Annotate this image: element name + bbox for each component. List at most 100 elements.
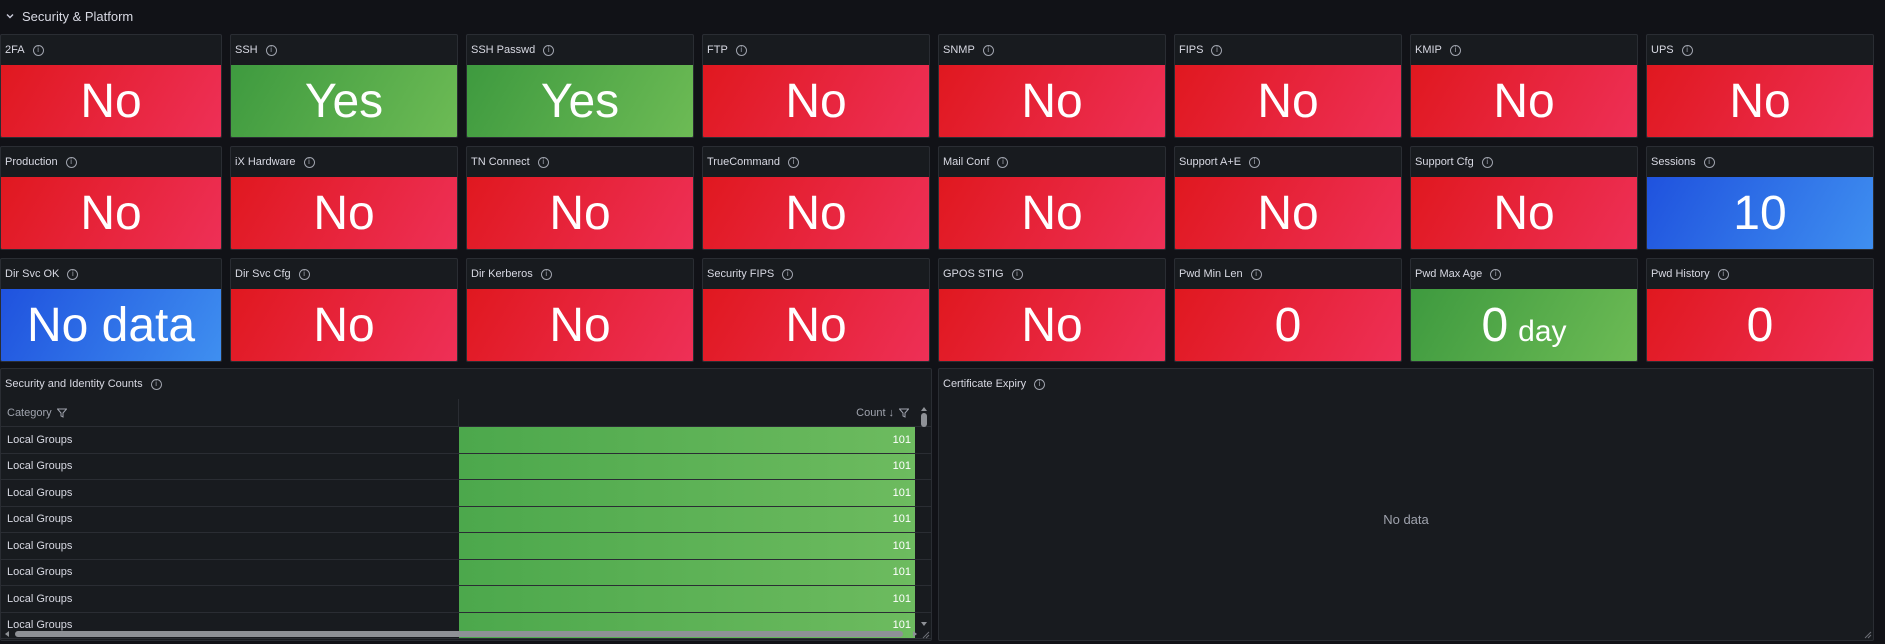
info-icon[interactable] (1490, 268, 1502, 280)
stat-panel: Pwd History 0 (1646, 258, 1874, 362)
panel-title: UPS (1651, 44, 1674, 56)
filter-icon[interactable] (56, 408, 67, 418)
table-row[interactable]: Local Groups 101 (1, 533, 931, 560)
scroll-right-icon[interactable] (913, 631, 917, 637)
info-icon[interactable] (1034, 378, 1046, 390)
info-icon[interactable] (997, 156, 1009, 168)
category-cell: Local Groups (7, 460, 73, 473)
table: Category Count ↓ Local Groups 101 Local Gr… (1, 399, 931, 640)
panel-header[interactable]: Support Cfg (1411, 147, 1637, 177)
panel-header[interactable]: Dir Svc Cfg (231, 259, 457, 289)
scroll-up-icon[interactable] (921, 407, 927, 411)
panel-header[interactable]: SNMP (939, 35, 1165, 65)
stat-value-box: No (1647, 65, 1873, 137)
table-row[interactable]: Local Groups 101 (1, 586, 931, 613)
panel-header[interactable]: Pwd History (1647, 259, 1873, 289)
info-icon[interactable] (1249, 156, 1261, 168)
column-header-category[interactable]: Category (1, 399, 459, 426)
panel-title: SNMP (943, 44, 975, 56)
panel-header[interactable]: Pwd Min Len (1175, 259, 1401, 289)
info-icon[interactable] (32, 44, 44, 56)
scrollbar-thumb[interactable] (15, 631, 903, 637)
stat-value: Yes (540, 74, 620, 128)
stat-value-box: 0 (1647, 289, 1873, 361)
scroll-left-icon[interactable] (5, 631, 9, 637)
info-icon[interactable] (298, 268, 310, 280)
scrollbar-thumb[interactable] (921, 413, 927, 427)
info-icon[interactable] (982, 44, 994, 56)
panel-header[interactable]: Dir Svc OK (1, 259, 221, 289)
panel-header[interactable]: Support A+E (1175, 147, 1401, 177)
panel-header[interactable]: GPOS STIG (939, 259, 1165, 289)
panel-header[interactable]: SSH Passwd (467, 35, 693, 65)
info-icon[interactable] (1011, 268, 1023, 280)
stat-panel: SSH Yes (230, 34, 458, 138)
panel-header[interactable]: Certificate Expiry (939, 369, 1873, 399)
panel-header[interactable]: TN Connect (467, 147, 693, 177)
panel-title: 2FA (5, 44, 25, 56)
info-icon[interactable] (150, 378, 162, 390)
info-icon[interactable] (67, 268, 79, 280)
panel-header[interactable]: Mail Conf (939, 147, 1165, 177)
info-icon[interactable] (735, 44, 747, 56)
stat-panel: TN Connect No (466, 146, 694, 250)
row-header-security-platform[interactable]: Security & Platform (0, 0, 1885, 32)
stat-value-box: No data (1, 289, 221, 361)
panel-title: FTP (707, 44, 728, 56)
info-icon[interactable] (1449, 44, 1461, 56)
stat-value-box: No (703, 289, 929, 361)
stat-value: 0 (1746, 298, 1774, 352)
info-icon[interactable] (1717, 268, 1729, 280)
resize-handle-icon[interactable] (922, 631, 930, 639)
panel-title: Pwd History (1651, 268, 1710, 280)
info-icon[interactable] (265, 44, 277, 56)
info-icon[interactable] (1250, 268, 1262, 280)
stat-value-box: No (939, 289, 1165, 361)
info-icon[interactable] (787, 156, 799, 168)
table-row[interactable]: Local Groups 101 (1, 559, 931, 586)
table-row[interactable]: Local Groups 101 (1, 506, 931, 533)
certificate-expiry-panel: Certificate Expiry No data (938, 368, 1874, 641)
panel-header[interactable]: FIPS (1175, 35, 1401, 65)
table-row[interactable]: Local Groups 101 (1, 427, 931, 454)
info-icon[interactable] (537, 156, 549, 168)
vertical-scrollbar[interactable] (920, 407, 928, 626)
panel-header[interactable]: TrueCommand (703, 147, 929, 177)
info-icon[interactable] (65, 156, 77, 168)
info-icon[interactable] (1703, 156, 1715, 168)
horizontal-scrollbar[interactable] (5, 630, 917, 638)
scroll-down-icon[interactable] (921, 622, 927, 626)
panel-header[interactable]: Production (1, 147, 221, 177)
stat-value-box: Yes (467, 65, 693, 137)
panel-header[interactable]: Security FIPS (703, 259, 929, 289)
column-header-count[interactable]: Count ↓ (459, 399, 915, 426)
resize-handle-icon[interactable] (1864, 631, 1872, 639)
info-icon[interactable] (782, 268, 794, 280)
stat-value: No (1257, 186, 1319, 240)
panel-title: FIPS (1179, 44, 1204, 56)
stat-panel: Dir Svc OK No data (0, 258, 222, 362)
panel-header[interactable]: SSH (231, 35, 457, 65)
panel-header[interactable]: iX Hardware (231, 147, 457, 177)
table-row[interactable]: Local Groups 101 (1, 480, 931, 507)
stat-value-box: No (939, 65, 1165, 137)
sort-descending-icon[interactable]: ↓ (889, 407, 895, 419)
panel-header[interactable]: 2FA (1, 35, 221, 65)
panel-header[interactable]: UPS (1647, 35, 1873, 65)
table-row[interactable]: Local Groups 101 (1, 453, 931, 480)
info-icon[interactable] (1481, 156, 1493, 168)
stat-value-box: No (939, 177, 1165, 249)
info-icon[interactable] (1211, 44, 1223, 56)
panel-header[interactable]: Sessions (1647, 147, 1873, 177)
panel-header[interactable]: Pwd Max Age (1411, 259, 1637, 289)
info-icon[interactable] (1681, 44, 1693, 56)
panel-header[interactable]: FTP (703, 35, 929, 65)
filter-icon[interactable] (899, 408, 909, 418)
info-icon[interactable] (540, 268, 552, 280)
info-icon[interactable] (303, 156, 315, 168)
stat-value-box: No (1175, 65, 1401, 137)
panel-header[interactable]: Security and Identity Counts (1, 369, 931, 399)
panel-header[interactable]: KMIP (1411, 35, 1637, 65)
info-icon[interactable] (543, 44, 555, 56)
panel-header[interactable]: Dir Kerberos (467, 259, 693, 289)
